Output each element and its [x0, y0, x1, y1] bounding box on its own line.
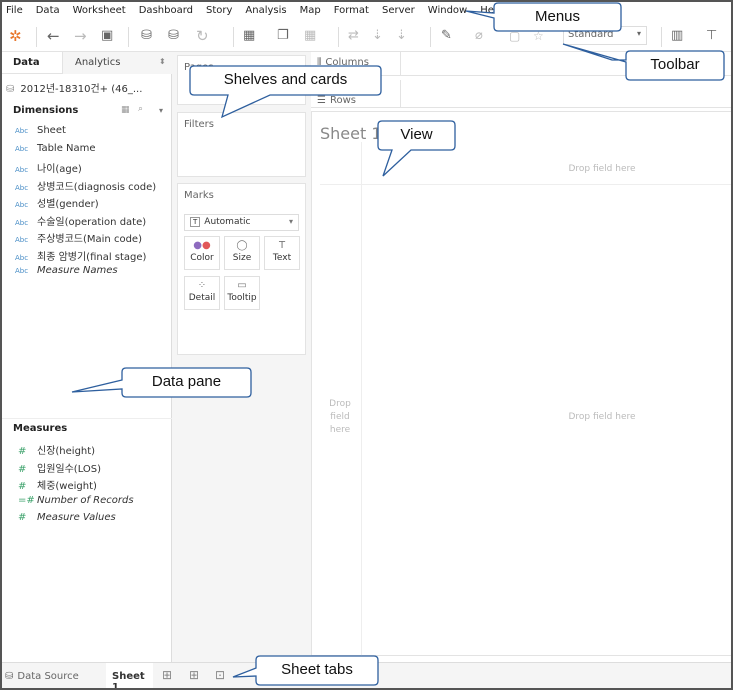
callout-data-pane: Data pane: [151, 373, 222, 390]
callout-sheet-tabs: Sheet tabs: [281, 661, 353, 678]
callout-overlay: [71, 2, 725, 686]
callout-menus: Menus: [534, 8, 581, 25]
callout-shelves: Shelves and cards: [223, 71, 348, 88]
callout-view: View: [400, 126, 433, 143]
callout-toolbar: Toolbar: [650, 56, 700, 73]
